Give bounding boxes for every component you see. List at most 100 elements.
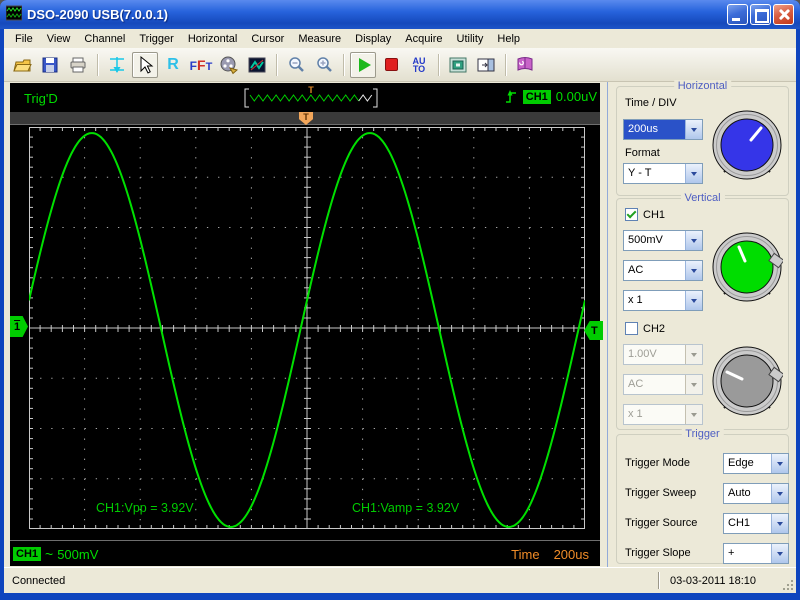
chevron-down-icon [771, 514, 788, 533]
start-button[interactable] [350, 51, 376, 78]
trigger-slope-select[interactable]: + [723, 543, 789, 564]
waveform-preview[interactable]: T [244, 85, 378, 108]
auto-button[interactable]: AU TO [406, 52, 432, 78]
menu-cursor[interactable]: Cursor [244, 31, 291, 47]
volts-per-div-readout: 500mV [57, 546, 99, 562]
vamp-annotation: CH1:Vamp = 3.92V [352, 501, 460, 515]
main-area: Trig'D T CH1 0.00uV T CH1:Vpp = 3.92V CH… [4, 80, 796, 567]
ch1-checkbox[interactable]: CH1 [625, 208, 665, 221]
menu-utility[interactable]: Utility [450, 31, 491, 47]
trigger-status: Trig'D [24, 91, 58, 106]
datetime: 03-03-2011 18:10 [670, 574, 757, 587]
app-icon [5, 5, 23, 24]
waveform-button[interactable] [244, 52, 270, 78]
ch1-coupling-select[interactable]: AC [623, 260, 703, 281]
format-label: Format [625, 147, 660, 159]
toolbar-separator [505, 53, 506, 76]
crosshair-cursor-icon [110, 56, 124, 73]
vertical-group: Vertical CH1 500mV AC x 1 CH2 1.00V AC x… [616, 192, 789, 430]
time-div-select[interactable]: 200us [623, 119, 703, 140]
menu-measure[interactable]: Measure [291, 31, 348, 47]
folder-open-icon [13, 59, 32, 71]
channel-readout: CH1 0.00uV [505, 89, 597, 104]
minimize-button[interactable] [727, 4, 748, 25]
scope-divider [10, 540, 600, 541]
trigger-sweep-select[interactable]: Auto [723, 483, 789, 504]
ch1-position-knob[interactable] [711, 231, 785, 303]
chevron-down-icon [771, 484, 788, 503]
stop-icon [384, 58, 398, 71]
connection-status: Connected [12, 574, 66, 587]
trigger-slope-label: Trigger Slope [625, 547, 691, 559]
toolbar-separator [97, 53, 98, 76]
checkbox-checked-icon [625, 208, 638, 221]
format-select[interactable]: Y - T [623, 163, 703, 184]
trigger-mode-select[interactable]: Edge [723, 453, 789, 474]
chevron-down-icon [685, 291, 702, 310]
refresh-button[interactable]: R [160, 52, 186, 78]
chevron-down-icon [685, 375, 702, 394]
ch2-coupling-select: AC [623, 374, 703, 395]
chevron-down-icon [685, 231, 702, 250]
horizontal-knob[interactable] [711, 109, 783, 181]
menu-channel[interactable]: Channel [77, 31, 132, 47]
trigger-group-title: Trigger [681, 428, 724, 440]
toolbar-separator [276, 53, 277, 76]
arrow-cursor-icon [140, 55, 154, 74]
fft-button[interactable]: FFT [188, 52, 214, 78]
trigger-sweep-label: Trigger Sweep [625, 487, 697, 499]
waveform-icon [248, 57, 266, 72]
film-reel-icon [220, 56, 239, 74]
titlebar[interactable]: DSO-2090 USB(7.0.0.1) [0, 0, 800, 29]
floppy-icon [42, 57, 58, 72]
chevron-down-icon [685, 345, 702, 364]
help-button[interactable] [512, 52, 538, 78]
menu-acquire[interactable]: Acquire [398, 31, 449, 47]
channel1-position-marker[interactable]: 1 [10, 316, 28, 337]
save-button[interactable] [37, 52, 63, 78]
trigger-position-strip[interactable]: T [10, 112, 600, 125]
measure-cursor-button[interactable] [104, 52, 130, 78]
trigger-position-marker[interactable]: T [299, 112, 313, 125]
panel-layout-icon [477, 58, 495, 71]
menu-horizontal[interactable]: Horizontal [181, 31, 245, 47]
scope-display: Trig'D T CH1 0.00uV T CH1:Vpp = 3.92V CH… [10, 83, 603, 566]
menu-trigger[interactable]: Trigger [132, 31, 180, 47]
menu-view[interactable]: View [40, 31, 78, 47]
menu-file[interactable]: File [8, 31, 40, 47]
waveform-plot [28, 127, 586, 529]
panel-toggle-button[interactable] [473, 52, 499, 78]
menu-help[interactable]: Help [490, 31, 527, 47]
zoom-in-button[interactable] [311, 52, 337, 78]
toolbar-separator [438, 53, 439, 76]
ch2-checkbox[interactable]: CH2 [625, 322, 665, 335]
ch2-position-knob[interactable] [711, 345, 785, 417]
vertical-group-title: Vertical [680, 192, 725, 204]
fullscreen-button[interactable] [445, 52, 471, 78]
trigger-level-value: 0.00uV [555, 89, 597, 104]
trigger-group: Trigger Trigger Mode Edge Trigger Sweep … [616, 428, 789, 564]
ch2-probe-select: x 1 [623, 404, 703, 425]
zoom-out-button[interactable] [283, 52, 309, 78]
menu-display[interactable]: Display [348, 31, 398, 47]
chevron-down-icon [771, 544, 788, 563]
trigger-source-select[interactable]: CH1 [723, 513, 789, 534]
trigger-level-marker[interactable]: T [584, 321, 603, 340]
select-cursor-button[interactable] [132, 51, 158, 78]
resize-grip[interactable] [782, 573, 796, 593]
ch1-probe-select[interactable]: x 1 [623, 290, 703, 311]
ch1-volts-select[interactable]: 500mV [623, 230, 703, 251]
stop-button[interactable] [378, 52, 404, 78]
ch2-volts-select: 1.00V [623, 344, 703, 365]
chevron-down-icon [771, 454, 788, 473]
chevron-down-icon [685, 261, 702, 280]
print-button[interactable] [65, 52, 91, 78]
chevron-down-icon [685, 164, 702, 183]
open-button[interactable] [9, 52, 35, 78]
preview-trigger-marker[interactable]: T [308, 85, 314, 95]
scope-grid: CH1:Vpp = 3.92V CH1:Vamp = 3.92V [28, 127, 586, 529]
maximize-button[interactable] [750, 4, 771, 25]
self-cal-button[interactable] [216, 52, 242, 78]
close-button[interactable] [773, 4, 794, 25]
fullscreen-icon [449, 57, 467, 72]
